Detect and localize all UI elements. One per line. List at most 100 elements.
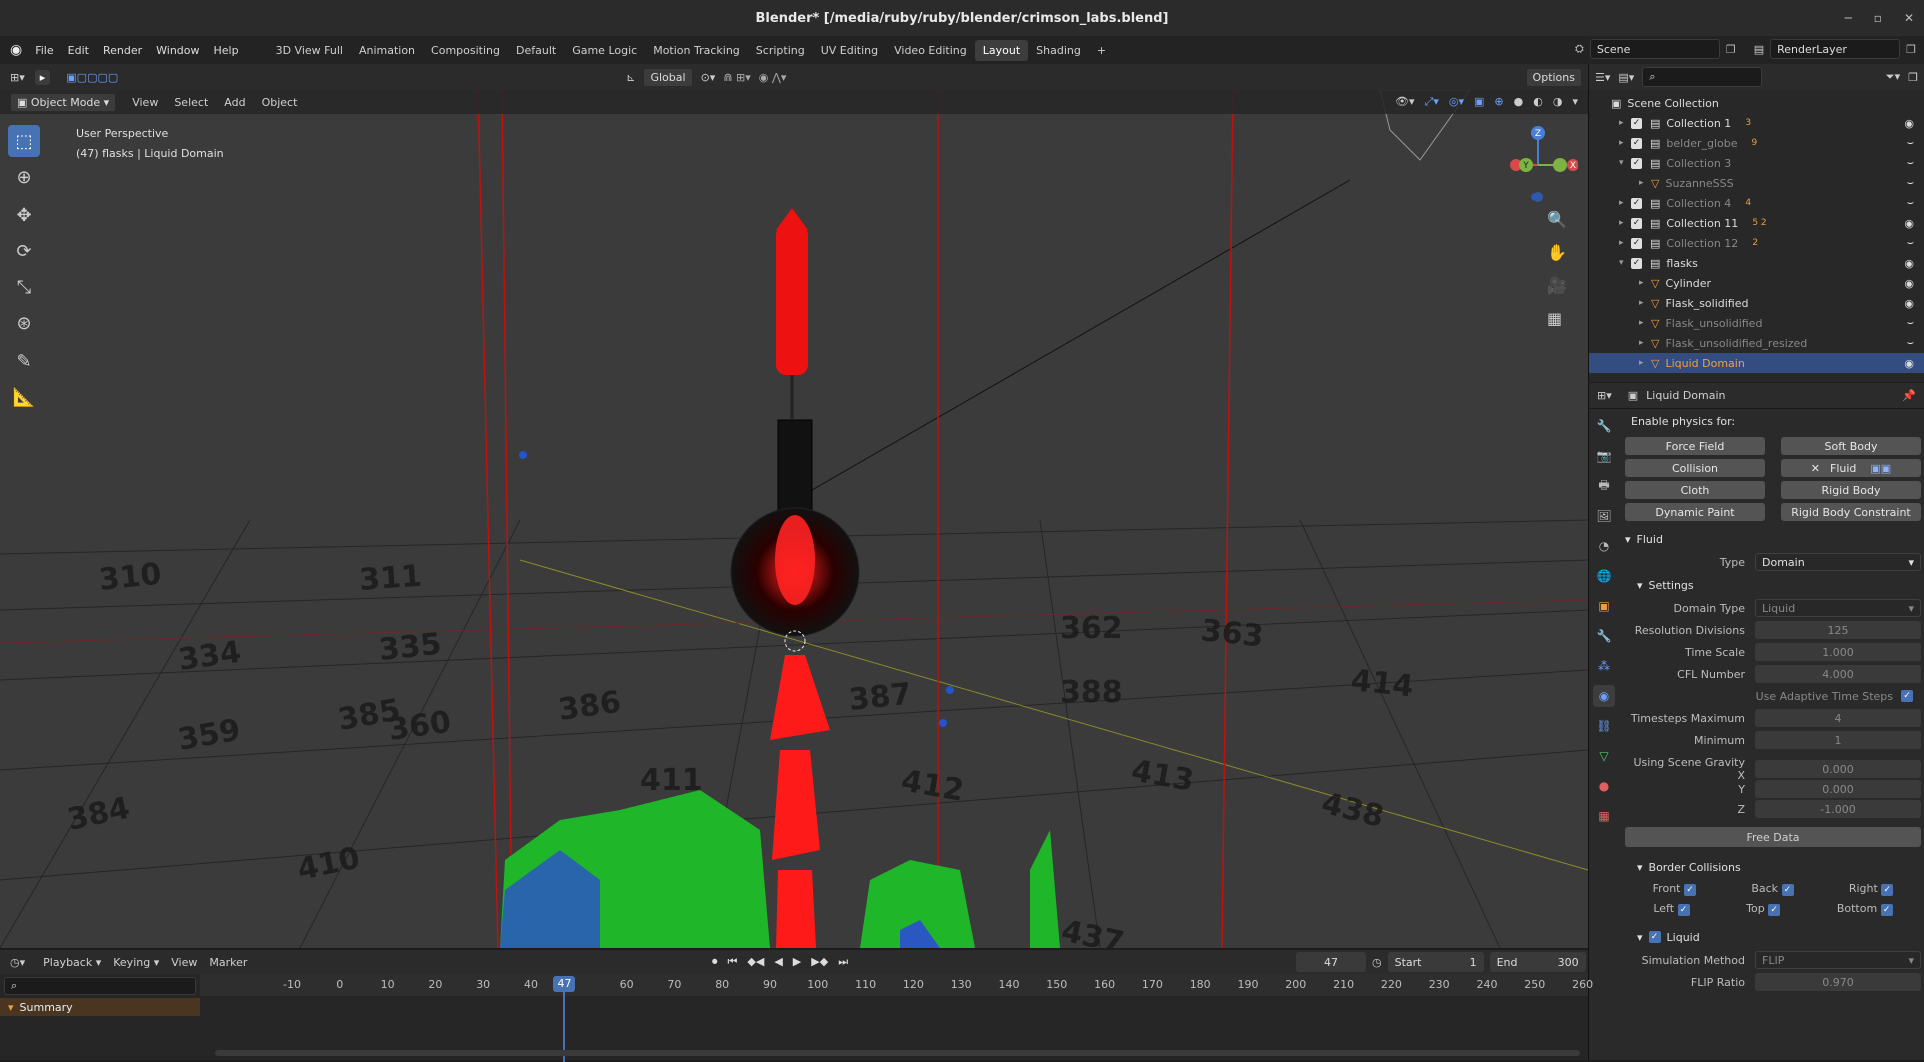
liquid-checkbox[interactable]: ✓ — [1648, 931, 1661, 943]
collection-checkbox[interactable]: ✓ — [1631, 217, 1642, 229]
overlay-icon[interactable]: ◎▾ — [1449, 95, 1464, 109]
outliner-item[interactable]: ▸ ✓ ▤ Collection 11 5 2 ◉ — [1589, 213, 1924, 233]
scene-tab-icon[interactable]: ◔ — [1593, 535, 1615, 557]
physics-tab-icon[interactable]: ◉ — [1593, 685, 1615, 707]
next-keyframe-icon[interactable]: ▶◆ — [811, 955, 828, 969]
outliner-item[interactable]: ▸ ▽ Flask_unsolidified_resized ⌣ — [1589, 333, 1924, 353]
new-collection-icon[interactable]: ❐ — [1908, 71, 1918, 84]
end-frame-field[interactable]: End 300 — [1489, 952, 1586, 972]
frame-ruler[interactable]: -10 0 10 20 30 40 60 70 80 90 100 110 120 130 140 150 16… — [200, 974, 1593, 1062]
mode-dropdown[interactable]: ▣ Object Mode ▾ — [10, 92, 117, 112]
expand-arrow-icon[interactable]: ▸ — [1639, 278, 1651, 288]
record-icon[interactable]: ⏺ — [712, 955, 718, 969]
minimize-icon[interactable]: ─ — [1845, 11, 1852, 25]
material-tab-icon[interactable]: ● — [1593, 775, 1615, 797]
visibility-eye-icon[interactable]: ⌣ — [1907, 156, 1914, 170]
gizmo-icon[interactable]: ⤢▾ — [1425, 95, 1439, 109]
data-tab-icon[interactable]: ▽ — [1593, 745, 1615, 767]
fluid-section[interactable]: ▾ Fluid — [1625, 527, 1921, 551]
outliner-item[interactable]: ▸ ▽ Liquid Domain ◉ — [1589, 353, 1924, 373]
tab-animation[interactable]: Animation — [351, 40, 423, 61]
tab-uv-editing[interactable]: UV Editing — [813, 40, 886, 61]
pivot-icon[interactable]: ⊙▾ — [701, 71, 716, 84]
expand-arrow-icon[interactable]: ▸ — [1619, 118, 1631, 128]
collection-checkbox[interactable]: ✓ — [1631, 237, 1642, 249]
visibility-eye-icon[interactable]: ⌣ — [1907, 316, 1914, 330]
rigid-body-button[interactable]: Rigid Body — [1781, 481, 1921, 499]
expand-arrow-icon[interactable]: ▾ — [1619, 258, 1631, 268]
timeline-editor-icon[interactable]: ◷▾ — [0, 956, 35, 969]
select-tool-icon[interactable]: ⬚ — [8, 125, 40, 157]
orientation-icon[interactable]: ⊾ — [626, 71, 635, 84]
add-workspace-icon[interactable]: + — [1089, 40, 1114, 61]
menu-playback[interactable]: Playback ▾ — [43, 956, 101, 969]
select-box-icon[interactable]: ▸ — [34, 69, 51, 85]
transform-tool-icon[interactable]: ⊛ — [8, 307, 40, 339]
select-modes-icon[interactable]: ▣▢▢▢▢ — [66, 71, 118, 84]
clock-icon[interactable]: ◷ — [1372, 956, 1382, 969]
outliner-item[interactable]: ▸ ▽ Cylinder ◉ — [1589, 273, 1924, 293]
move-tool-icon[interactable]: ✥ — [8, 199, 40, 231]
pan-hand-icon[interactable]: ✋ — [1547, 243, 1567, 262]
particles-tab-icon[interactable]: ⁂ — [1593, 655, 1615, 677]
visibility-eye-icon[interactable]: ◉ — [1904, 257, 1914, 270]
domain-type-dropdown[interactable]: Liquid ▾ — [1755, 599, 1921, 617]
border-left[interactable]: Left ✓ — [1653, 902, 1690, 916]
world-tab-icon[interactable]: 🌐 — [1593, 565, 1615, 587]
visibility-icon[interactable]: 👁▾ — [1395, 95, 1415, 109]
flip-ratio-field[interactable]: 0.970 — [1755, 973, 1921, 991]
expand-arrow-icon[interactable]: ▸ — [1619, 138, 1631, 148]
modifier-tab-icon[interactable]: 🔧 — [1593, 625, 1615, 647]
expand-arrow-icon[interactable]: ▸ — [1619, 238, 1631, 248]
options-dropdown[interactable]: Options — [1525, 67, 1582, 87]
visibility-eye-icon[interactable]: ⌣ — [1907, 176, 1914, 190]
menu-keying[interactable]: Keying ▾ — [113, 956, 159, 969]
tab-compositing[interactable]: Compositing — [423, 40, 508, 61]
expand-arrow-icon[interactable]: ▸ — [1639, 318, 1651, 328]
visibility-eye-icon[interactable]: ◉ — [1904, 217, 1914, 230]
menu-file[interactable]: File — [28, 44, 60, 57]
menu-timeline-view[interactable]: View — [171, 956, 197, 969]
outliner-item[interactable]: ▸ ✓ ▤ Collection 4 4 ⌣ — [1589, 193, 1924, 213]
gravity-y-field[interactable]: 0.000 — [1755, 780, 1921, 798]
sim-method-dropdown[interactable]: FLIP ▾ — [1755, 951, 1921, 969]
menu-edit[interactable]: Edit — [61, 44, 96, 57]
visibility-eye-icon[interactable]: ⌣ — [1907, 136, 1914, 150]
menu-help[interactable]: Help — [207, 44, 246, 57]
render-tab-icon[interactable]: 📷 — [1593, 445, 1615, 467]
outliner-item[interactable]: ▸ ✓ ▤ Collection 12 2 ⌣ — [1589, 233, 1924, 253]
visibility-eye-icon[interactable]: ◉ — [1904, 357, 1914, 370]
tab-layout[interactable]: Layout — [974, 39, 1029, 61]
rigid-body-constraint-button[interactable]: Rigid Body Constraint — [1781, 503, 1921, 521]
cfl-field[interactable]: 4.000 — [1755, 665, 1921, 683]
texture-tab-icon[interactable]: ▦ — [1593, 805, 1615, 827]
outliner-editor-icon[interactable]: ☰▾ — [1595, 71, 1610, 84]
proportional-edit-icon[interactable]: ◉ ⋀▾ — [759, 71, 787, 84]
new-layer-icon[interactable]: ❐ — [1906, 43, 1916, 56]
display-mode-icon[interactable]: ▤▾ — [1618, 71, 1634, 84]
menu-marker[interactable]: Marker — [209, 956, 247, 969]
outliner-item[interactable]: ▾ ✓ ▤ Collection 3 ⌣ — [1589, 153, 1924, 173]
outliner-item[interactable]: ▾ ✓ ▤ flasks ◉ — [1589, 253, 1924, 273]
adaptive-timesteps-checkbox[interactable]: ✓ — [1901, 690, 1913, 702]
liquid-section[interactable]: ▾ ✓ Liquid — [1625, 925, 1921, 949]
timesteps-max-field[interactable]: 4 — [1755, 709, 1921, 727]
filter-icon[interactable]: ⏷▾ — [1886, 70, 1900, 84]
gravity-x-field[interactable]: 0.000 — [1755, 760, 1921, 778]
border-right[interactable]: Right ✓ — [1849, 882, 1894, 896]
scene-selector[interactable]: Scene — [1589, 39, 1720, 59]
play-icon[interactable]: ▶ — [793, 955, 801, 969]
collision-button[interactable]: Collision — [1625, 459, 1765, 477]
border-front[interactable]: Front ✓ — [1653, 882, 1696, 896]
view-layer-tab-icon[interactable]: 🖼 — [1593, 505, 1615, 527]
current-frame-field[interactable]: 47 — [1296, 952, 1366, 972]
collection-checkbox[interactable]: ✓ — [1631, 137, 1642, 149]
menu-render[interactable]: Render — [96, 44, 149, 57]
type-dropdown[interactable]: Domain ▾ — [1755, 553, 1921, 571]
cursor-tool-icon[interactable]: ⊕ — [8, 161, 40, 193]
prev-keyframe-icon[interactable]: ◆◀ — [747, 955, 764, 969]
expand-arrow-icon[interactable]: ▸ — [1639, 338, 1651, 348]
outliner-item[interactable]: ▸ ✓ ▤ belder_globe 9 ⌣ — [1589, 133, 1924, 153]
constraints-tab-icon[interactable]: ⛓ — [1593, 715, 1615, 737]
menu-view[interactable]: View — [132, 96, 158, 109]
